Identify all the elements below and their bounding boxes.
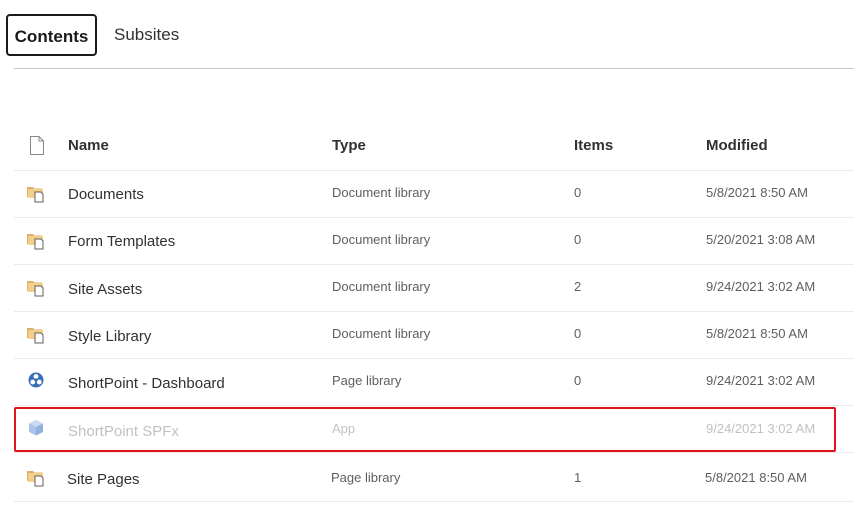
column-header-name[interactable]: Name — [68, 137, 109, 154]
tab-subsites[interactable]: Subsites — [104, 14, 189, 56]
row-type: Document library — [332, 326, 431, 341]
table-row[interactable]: Site Pages Page library 1 5/8/2021 8:50 … — [14, 455, 854, 502]
row-modified: 5/8/2021 8:50 AM — [705, 470, 807, 485]
row-type: Document library — [332, 279, 431, 294]
row-items: 1 — [574, 470, 582, 485]
table-row[interactable]: Site Assets Document library 2 9/24/2021… — [14, 265, 854, 312]
row-name[interactable]: Site Pages — [67, 471, 140, 488]
row-items: 0 — [574, 326, 582, 341]
tab-contents[interactable]: Contents — [6, 14, 97, 56]
library-folder-icon — [26, 230, 46, 250]
tab-bar: Contents Subsites — [0, 0, 854, 69]
row-type: Document library — [332, 232, 431, 247]
library-folder-icon — [26, 467, 46, 487]
row-type: Document library — [332, 185, 431, 200]
library-folder-icon — [26, 277, 46, 297]
row-items: 0 — [574, 232, 582, 247]
row-name[interactable]: Form Templates — [68, 233, 175, 250]
row-modified: 9/24/2021 3:02 AM — [706, 373, 816, 388]
row-items: 0 — [574, 373, 582, 388]
row-modified: 9/24/2021 3:02 AM — [706, 279, 816, 294]
row-type: Page library — [331, 470, 401, 485]
row-name[interactable]: ShortPoint - Dashboard — [68, 375, 225, 392]
row-modified: 5/20/2021 3:08 AM — [706, 232, 816, 247]
row-name[interactable]: Style Library — [68, 328, 151, 345]
column-header-items[interactable]: Items — [574, 137, 613, 154]
column-header-type[interactable]: Type — [332, 137, 366, 154]
row-name[interactable]: Site Assets — [68, 281, 142, 298]
column-header-modified[interactable]: Modified — [706, 137, 768, 154]
row-type: Page library — [332, 373, 402, 388]
table-header: Name Type Items Modified — [0, 128, 854, 168]
library-folder-icon — [26, 183, 46, 203]
file-type-header-icon[interactable] — [29, 136, 45, 160]
row-modified: 5/8/2021 8:50 AM — [706, 326, 808, 341]
table-row[interactable]: Style Library Document library 0 5/8/202… — [14, 312, 854, 359]
row-modified: 5/8/2021 8:50 AM — [706, 185, 808, 200]
row-name[interactable]: Documents — [68, 186, 144, 203]
highlight-box — [14, 407, 836, 452]
shortpoint-app-icon — [27, 371, 47, 391]
tabs-divider — [14, 68, 854, 69]
table-row[interactable]: ShortPoint - Dashboard Page library 0 9/… — [14, 359, 854, 406]
table-row[interactable]: Documents Document library 0 5/8/2021 8:… — [14, 171, 854, 218]
library-folder-icon — [26, 324, 46, 344]
row-items: 2 — [574, 279, 582, 294]
table-row[interactable]: Form Templates Document library 0 5/20/2… — [14, 218, 854, 265]
row-items: 0 — [574, 185, 582, 200]
